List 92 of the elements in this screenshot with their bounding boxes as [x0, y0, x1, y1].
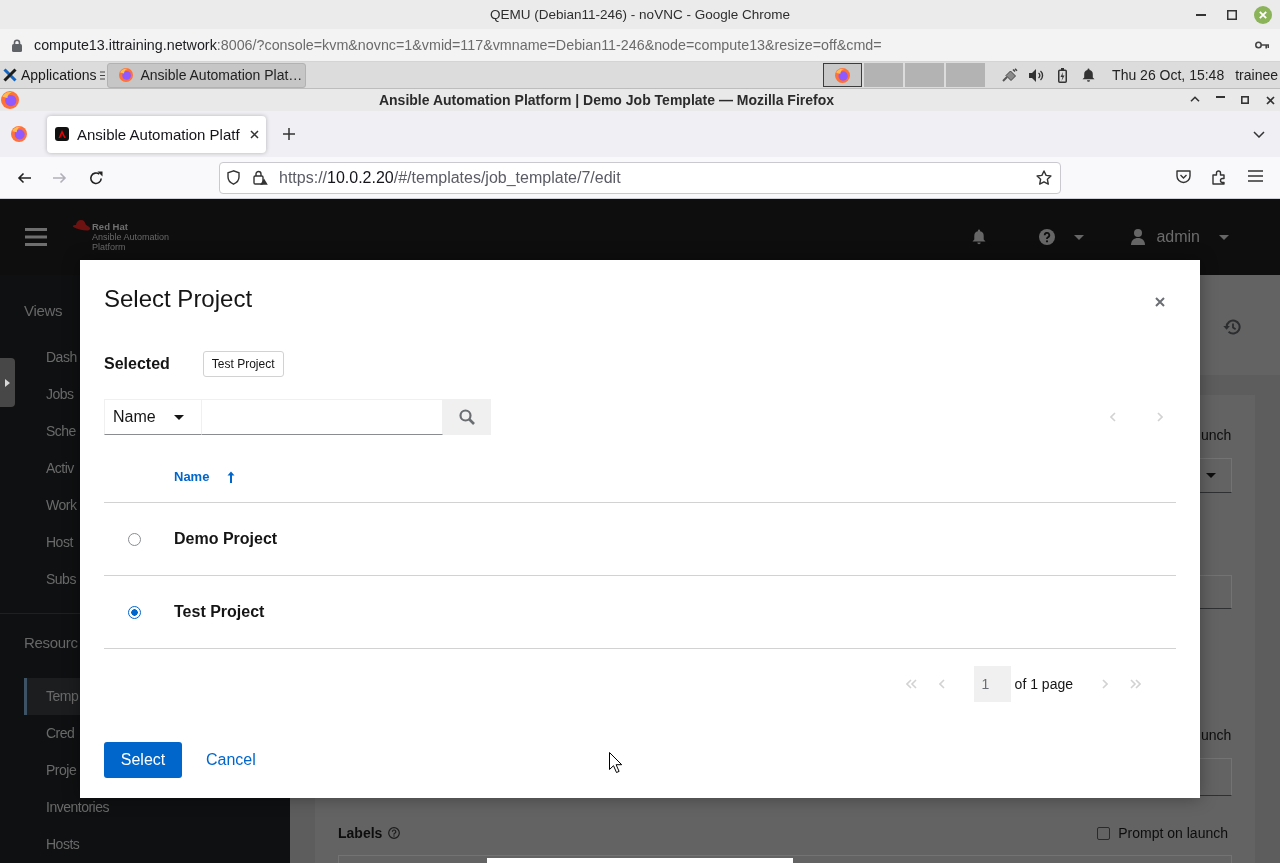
key-icon[interactable]: [1255, 41, 1269, 49]
radio-button[interactable]: [128, 605, 141, 619]
brand-name: Red Hat: [92, 222, 129, 232]
maximize-icon[interactable]: [1241, 95, 1249, 104]
bell-icon[interactable]: [1081, 68, 1095, 82]
search-button[interactable]: [443, 399, 491, 435]
minimize-icon[interactable]: [1195, 13, 1206, 16]
select-button[interactable]: Select: [104, 742, 182, 778]
reload-icon[interactable]: [89, 170, 103, 185]
chevron-down-icon[interactable]: [1253, 130, 1265, 138]
sidebar-item[interactable]: Jobs: [24, 376, 80, 413]
sidebar-item[interactable]: Subs: [24, 561, 80, 598]
sidebar-item[interactable]: Work: [24, 487, 80, 524]
mouse-pointer-icon: [609, 752, 622, 773]
selected-label: Selected: [104, 355, 170, 373]
caret-icon: [1206, 473, 1216, 478]
search-icon: [459, 409, 475, 425]
sidebar-item[interactable]: Dash: [24, 339, 80, 376]
speaker-icon[interactable]: [1028, 68, 1044, 82]
close-icon[interactable]: [249, 129, 259, 139]
caret-icon[interactable]: [1219, 234, 1229, 240]
caret-icon[interactable]: [1074, 234, 1085, 240]
maximize-icon[interactable]: [1226, 9, 1237, 20]
puzzle-icon[interactable]: [1211, 170, 1227, 185]
firefox-icon[interactable]: [1, 91, 19, 109]
lock-icon[interactable]: [253, 170, 268, 185]
lock-icon: [12, 38, 22, 52]
menu-icon[interactable]: [1247, 170, 1263, 182]
sidebar-item[interactable]: Hosts: [24, 826, 80, 863]
section-title: Views: [24, 301, 63, 321]
clock-text: Thu 26 Oct, 15:48: [1112, 67, 1225, 83]
page-total: of 1 page: [1014, 676, 1073, 692]
user-menu[interactable]: admin: [1156, 228, 1200, 246]
selected-chip: Test Project: [202, 351, 284, 377]
minimize-icon[interactable]: [1215, 95, 1225, 98]
page-input[interactable]: 1: [973, 666, 1011, 702]
close-icon[interactable]: [1265, 95, 1275, 105]
column-header[interactable]: Name: [174, 469, 236, 484]
firefox-icon[interactable]: [11, 126, 27, 142]
sidebar-item[interactable]: Cred: [24, 715, 80, 752]
input-field[interactable]: [338, 855, 1232, 863]
product-name: Ansible Automation Platform: [92, 232, 171, 252]
star-icon[interactable]: [1036, 170, 1052, 185]
checkbox[interactable]: [1097, 826, 1111, 840]
battery-icon[interactable]: [1057, 67, 1067, 83]
chevron-up-icon[interactable]: [1190, 95, 1200, 102]
field-label: unch: [1200, 426, 1232, 445]
sidebar-item[interactable]: Inventories: [24, 789, 109, 826]
url-text: compute13.ittraining.network:8006/?console=kvm&novnc=1&vmid=117&vmname=Debian11-246&node=compute13&resize=off&cmd=: [34, 37, 882, 53]
filter-select[interactable]: Name: [104, 399, 202, 435]
sidebar-toggle[interactable]: [0, 358, 15, 407]
logo-icon: [3, 68, 17, 82]
menu-icon[interactable]: [25, 228, 47, 246]
workspace-button[interactable]: [823, 63, 863, 87]
field-label: Labels: [338, 825, 383, 841]
project-name: Demo Project: [174, 530, 278, 548]
section-title: Resourc: [24, 633, 78, 653]
applications-menu-button[interactable]: Applications: [0, 67, 97, 83]
sidebar-item[interactable]: Activ: [24, 450, 80, 487]
sidebar-item[interactable]: Sche: [24, 413, 80, 450]
sidebar-item[interactable]: Proje: [24, 752, 80, 789]
dialog-title: Select Project: [104, 284, 253, 314]
help-icon[interactable]: [388, 827, 401, 839]
taskbar-button[interactable]: Ansible Automation Plat…: [106, 62, 306, 88]
user-name[interactable]: trainee: [1235, 67, 1278, 83]
checkbox-label[interactable]: Prompt on launch: [1118, 825, 1228, 841]
address-field[interactable]: https://10.0.2.20/#/templates/job_template/7/edit: [219, 161, 1061, 194]
hat-icon: [72, 220, 91, 231]
shield-icon[interactable]: [227, 170, 240, 185]
sidebar-item[interactable]: Temp: [24, 678, 80, 715]
plug-icon[interactable]: [1002, 68, 1019, 82]
pocket-icon[interactable]: [1175, 170, 1191, 184]
cancel-button[interactable]: Cancel: [198, 742, 264, 778]
field-label: unch: [1200, 726, 1232, 745]
caret-icon: [174, 414, 184, 420]
help-icon[interactable]: [1039, 229, 1056, 245]
url-text: https://10.0.2.20/#/templates/job_template/7/edit: [279, 168, 621, 187]
menu-icon[interactable]: [99, 70, 105, 80]
window-title: QEMU (Debian11-246) - noVNC - Google Chrome: [490, 7, 790, 22]
plus-icon[interactable]: [282, 128, 295, 140]
window-title: Ansible Automation Platform | Demo Job Template — Mozilla Firefox: [378, 92, 835, 108]
browser-tab[interactable]: Ansible Automation Platf: [47, 115, 266, 153]
firefox-icon: [118, 68, 133, 82]
radio-button[interactable]: [128, 532, 141, 546]
user-icon: [1131, 229, 1146, 245]
search-input[interactable]: [202, 399, 443, 435]
caret-icon: [5, 378, 10, 387]
logo-icon: [55, 127, 69, 141]
sidebar-item[interactable]: Host: [24, 524, 80, 561]
firefox-icon: [835, 67, 851, 83]
back-icon[interactable]: [17, 171, 31, 184]
project-name: Test Project: [174, 603, 265, 621]
